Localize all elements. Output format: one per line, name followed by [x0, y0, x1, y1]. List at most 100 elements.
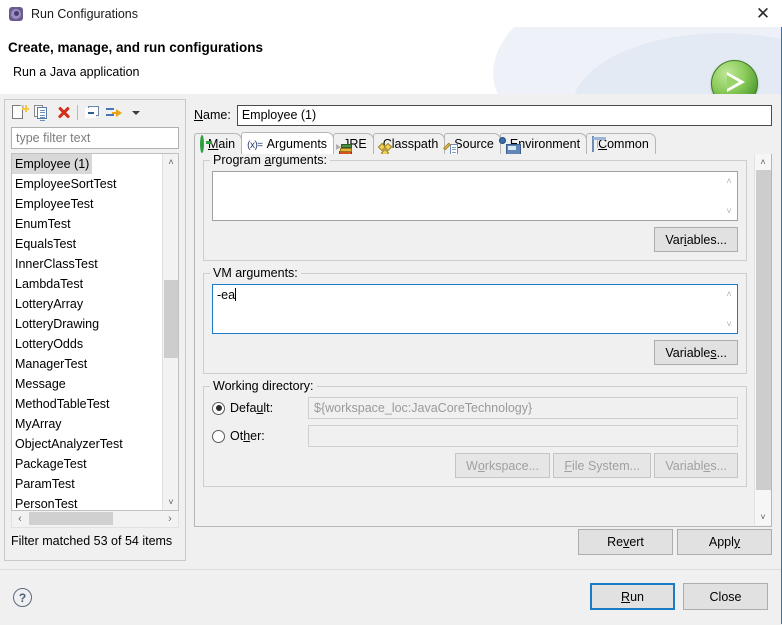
list-item[interactable]: LotteryDrawing — [12, 314, 178, 334]
vm-arguments-scrollbar[interactable]: ˄ ˅ — [721, 285, 737, 333]
working-directory-other-radio[interactable] — [212, 429, 225, 443]
list-item[interactable]: ManagerTest — [12, 354, 178, 374]
list-item[interactable]: EnumTest — [12, 214, 178, 234]
list-item[interactable]: MyArray — [12, 414, 178, 434]
configurations-list[interactable]: Employee (1) EmployeeSortTest EmployeeTest… — [11, 153, 179, 511]
list-item[interactable]: EqualsTest — [12, 234, 178, 254]
configuration-editor-panel: Name: Main (x)=ArgumentsJRE Classpath Sourc… — [190, 99, 778, 561]
scroll-up-icon[interactable]: ˄ — [721, 287, 737, 301]
file-system-button[interactable]: File System... — [553, 453, 652, 478]
vm-arguments-value-wrap: -ea — [217, 288, 237, 302]
scroll-up-icon[interactable]: ˄ — [721, 174, 737, 188]
list-item[interactable]: Message — [12, 374, 178, 394]
tab-classpath[interactable]: Classpath — [372, 133, 446, 158]
list-item-label: LotteryOdds — [15, 337, 84, 351]
tab-panel-vertical-scrollbar[interactable]: ˄ ˅ — [754, 154, 771, 525]
dialog-footer: ? Run Close — [0, 569, 782, 625]
dialog-header: Create, manage, and run configurations R… — [0, 27, 782, 95]
list-item[interactable]: PersonTest — [12, 494, 178, 511]
scroll-up-icon[interactable]: ˄ — [755, 154, 771, 170]
tab-jre[interactable]: JRE — [333, 133, 374, 155]
scrollbar-thumb[interactable] — [756, 170, 771, 490]
tab-arguments[interactable]: (x)= Arguments — [241, 132, 335, 154]
program-arguments-button-row: Var i ables... — [212, 227, 738, 252]
close-button[interactable]: Close — [683, 583, 768, 610]
name-input[interactable] — [236, 104, 772, 126]
list-item[interactable]: ParamTest — [12, 474, 178, 494]
apply-button[interactable]: Appl y — [677, 529, 772, 555]
tab-main[interactable]: Main — [194, 133, 243, 154]
list-item[interactable]: LambdaTest — [12, 274, 178, 294]
main-tab-icon — [200, 135, 204, 153]
configurations-list-horizontal-scrollbar[interactable]: ‹ › — [11, 511, 179, 528]
working-directory-other-input[interactable] — [308, 425, 738, 447]
list-item-label: PersonTest — [15, 497, 78, 511]
list-item[interactable]: Employee (1) — [12, 154, 178, 174]
vm-arguments-value: -ea — [217, 288, 236, 302]
program-arguments-scrollbar[interactable]: ˄ ˅ — [721, 172, 737, 220]
list-item[interactable]: LotteryOdds — [12, 334, 178, 354]
working-directory-default-radio[interactable] — [212, 401, 225, 415]
tab-label: Source — [454, 137, 494, 151]
filter-status-text: Filter matched 53 of 54 items — [11, 534, 173, 548]
workspace-button[interactable]: Wo rkspace... — [455, 453, 550, 478]
list-item-label: ManagerTest — [15, 357, 88, 371]
delete-configuration-button[interactable] — [52, 103, 74, 123]
configurations-list-items: Employee (1) EmployeeSortTest EmployeeTest… — [12, 154, 178, 511]
scroll-right-icon[interactable]: › — [162, 511, 178, 526]
hscrollbar-thumb[interactable] — [29, 512, 113, 525]
program-arguments-textarea[interactable]: ˄ ˅ — [212, 171, 738, 221]
vm-arguments-textarea[interactable]: -ea ˄ ˅ — [212, 284, 738, 334]
name-label: Name: — [194, 108, 231, 122]
tab-common[interactable]: Common — [586, 133, 656, 154]
scroll-down-icon[interactable]: ˅ — [163, 494, 178, 510]
scroll-up-icon[interactable]: ˄ — [163, 154, 178, 170]
chevron-down-icon — [132, 110, 140, 115]
list-item-label: EqualsTest — [15, 237, 77, 251]
new-configuration-button[interactable] — [8, 103, 30, 123]
duplicate-configuration-button[interactable] — [30, 103, 52, 123]
list-item-label: LotteryDrawing — [15, 317, 100, 331]
list-item-label: InnerClassTest — [15, 257, 98, 271]
scroll-down-icon[interactable]: ˅ — [721, 317, 737, 331]
list-item[interactable]: ObjectAnalyzerTest — [12, 434, 178, 454]
tab-label: Main — [208, 137, 236, 151]
list-item[interactable]: PackageTest — [12, 454, 178, 474]
vm-arguments-group: VM arguments: -ea ˄ ˅ Variable s... — [203, 266, 747, 374]
configurations-list-vertical-scrollbar[interactable]: ˄ ˅ — [162, 154, 178, 510]
filter-input[interactable]: type filter text — [11, 127, 179, 149]
list-item[interactable]: EmployeeSortTest — [12, 174, 178, 194]
tab-environment[interactable]: Environment — [498, 133, 588, 155]
list-item[interactable]: LotteryArray — [12, 294, 178, 314]
list-item[interactable]: EmployeeTest — [12, 194, 178, 214]
view-menu-button[interactable] — [125, 103, 147, 123]
vm-arguments-variables-button[interactable]: Variable s... — [654, 340, 738, 365]
list-item-label: PackageTest — [15, 457, 87, 471]
filter-arrow-icon — [106, 106, 122, 119]
scroll-down-icon[interactable]: ˅ — [721, 204, 737, 218]
filter-button[interactable] — [103, 103, 125, 123]
working-directory-variables-button[interactable]: Variabl e s... — [654, 453, 738, 478]
close-icon[interactable]: ✕ — [750, 2, 776, 24]
scrollbar-thumb[interactable] — [164, 280, 178, 358]
toolbar-separator — [77, 105, 78, 120]
scroll-left-icon[interactable]: ‹ — [12, 511, 28, 526]
vm-arguments-label: VM arguments: — [210, 266, 301, 280]
list-item-label: Message — [15, 377, 66, 391]
tab-source[interactable]: Source — [443, 133, 501, 155]
list-item-label: LotteryArray — [15, 297, 84, 311]
help-question-icon[interactable]: ? — [13, 588, 32, 607]
program-arguments-variables-button[interactable]: Var i ables... — [654, 227, 738, 252]
scroll-down-icon[interactable]: ˅ — [755, 509, 771, 525]
new-document-icon — [12, 105, 29, 120]
list-item[interactable]: MethodTableTest — [12, 394, 178, 414]
list-item[interactable]: InnerClassTest — [12, 254, 178, 274]
window-title: Run Configurations — [31, 6, 139, 21]
common-tab-icon — [592, 136, 595, 152]
revert-button[interactable]: Re v ert — [578, 529, 673, 555]
name-label-accel: N — [194, 108, 204, 122]
list-item-label: ParamTest — [15, 477, 75, 491]
run-button[interactable]: Run — [590, 583, 675, 610]
collapse-all-button[interactable] — [81, 103, 103, 123]
tab-label: Classpath — [382, 137, 439, 151]
